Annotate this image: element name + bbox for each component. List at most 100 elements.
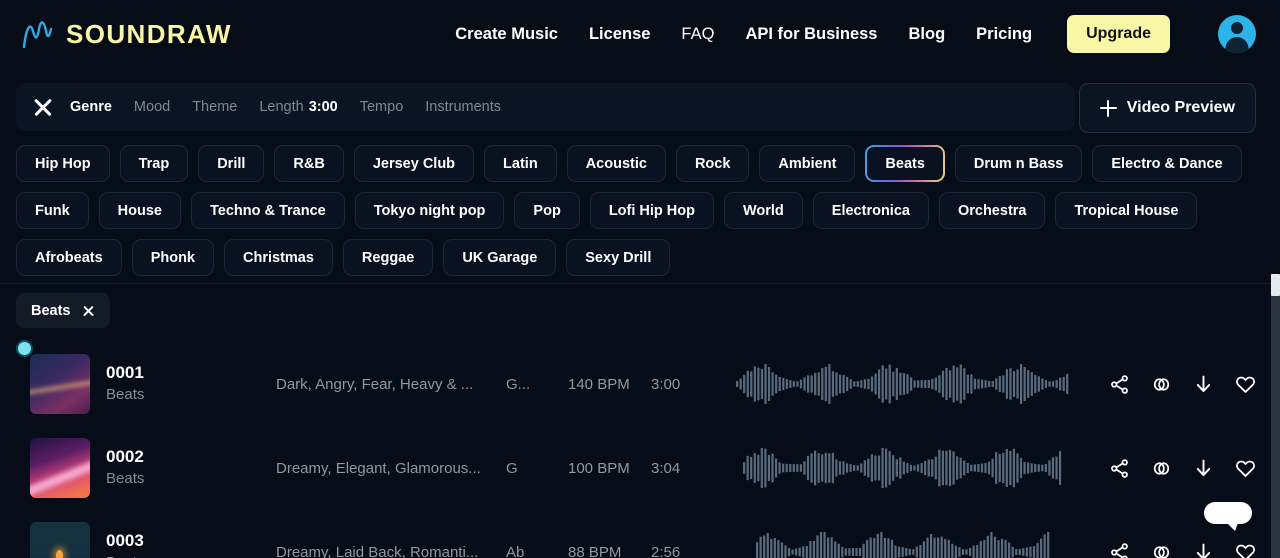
track-thumbnail[interactable]	[30, 522, 90, 558]
track-duration: 3:00	[651, 375, 681, 393]
close-icon[interactable]	[32, 96, 54, 118]
track-key: Ab	[506, 543, 525, 558]
filter-tab-instruments[interactable]: Instruments	[425, 99, 501, 115]
table-row[interactable]: 0003 Beats Dreamy, Laid Back, Romanti...…	[0, 510, 1280, 558]
genre-chip-techno-and-trance[interactable]: Techno & Trance	[190, 192, 345, 229]
nav-faq[interactable]: FAQ	[681, 25, 714, 44]
filter-bar: Genre Mood Theme Length 3:00 Tempo Instru…	[16, 83, 1075, 131]
filter-tab-length[interactable]: Length 3:00	[259, 99, 337, 115]
user-avatar-icon[interactable]	[1218, 15, 1256, 53]
favorite-heart-icon[interactable]	[1235, 542, 1256, 558]
filter-tab-mood[interactable]: Mood	[134, 99, 170, 115]
download-icon[interactable]	[1193, 458, 1214, 479]
genre-chip-rock[interactable]: Rock	[675, 145, 750, 182]
logo-text: SOUNDRAW	[66, 19, 232, 49]
favorite-heart-icon[interactable]	[1235, 374, 1256, 395]
favorite-heart-icon[interactable]	[1235, 458, 1256, 479]
nav-blog[interactable]: Blog	[908, 25, 945, 44]
genre-chip-drum-n-bass[interactable]: Drum n Bass	[954, 145, 1083, 182]
track-genre: Beats	[106, 470, 145, 488]
plus-icon	[1099, 99, 1117, 117]
genre-chip-sexy-drill[interactable]: Sexy Drill	[566, 239, 671, 276]
genre-chip-list: Hip Hop Trap Drill R&B Jersey Club Latin…	[0, 145, 1280, 276]
genre-chip-afrobeats[interactable]: Afrobeats	[16, 239, 122, 276]
scrollbar-thumb[interactable]	[1271, 274, 1280, 296]
similar-tracks-icon[interactable]	[1151, 542, 1172, 558]
table-row[interactable]: 0002 Beats Dreamy, Elegant, Glamorous...…	[0, 426, 1280, 510]
filter-tab-genre-label: Genre	[70, 99, 112, 115]
nav-api-for-business[interactable]: API for Business	[745, 25, 877, 44]
filter-tab-length-label: Length	[259, 99, 304, 115]
genre-chip-trap[interactable]: Trap	[119, 145, 189, 182]
track-bpm: 140 BPM	[568, 375, 630, 393]
track-mood: Dreamy, Laid Back, Romanti...	[276, 543, 479, 558]
genre-chip-pop[interactable]: Pop	[514, 192, 580, 229]
genre-chip-phonk[interactable]: Phonk	[131, 239, 214, 276]
genre-chip-beats[interactable]: Beats	[865, 145, 945, 182]
download-icon[interactable]	[1193, 374, 1214, 395]
genre-chip-tropical-house[interactable]: Tropical House	[1055, 192, 1198, 229]
genre-chip-orchestra[interactable]: Orchestra	[938, 192, 1046, 229]
track-waveform[interactable]	[713, 530, 1095, 558]
waveform-graphic	[743, 448, 1062, 488]
genre-chip-reggae[interactable]: Reggae	[342, 239, 434, 276]
filter-tab-theme[interactable]: Theme	[192, 99, 237, 115]
track-identity: 0002 Beats	[106, 446, 276, 489]
track-thumbnail[interactable]	[30, 438, 90, 498]
track-number: 0002	[106, 447, 144, 467]
table-row[interactable]: 0001 Beats Dark, Angry, Fear, Heavy & ..…	[0, 340, 1280, 426]
track-mood: Dreamy, Elegant, Glamorous...	[276, 459, 481, 477]
nav-pricing[interactable]: Pricing	[976, 25, 1032, 44]
share-icon[interactable]	[1109, 458, 1130, 479]
track-key: G	[506, 459, 518, 477]
row-actions	[1109, 374, 1256, 395]
waveform-graphic	[736, 364, 1069, 404]
genre-chip-electronica[interactable]: Electronica	[812, 192, 929, 229]
genre-chip-lofi-hip-hop[interactable]: Lofi Hip Hop	[589, 192, 714, 229]
genre-chip-ambient[interactable]: Ambient	[759, 145, 856, 182]
genre-chip-drill[interactable]: Drill	[198, 145, 265, 182]
genre-chip-latin[interactable]: Latin	[484, 145, 557, 182]
genre-chip-hip-hop[interactable]: Hip Hop	[16, 145, 110, 182]
genre-chip-electro-and-dance[interactable]: Electro & Dance	[1092, 145, 1242, 182]
nav-create-music[interactable]: Create Music	[455, 25, 558, 44]
genre-chip-house[interactable]: House	[98, 192, 181, 229]
now-playing-indicator-icon	[16, 340, 33, 357]
share-icon[interactable]	[1109, 542, 1130, 558]
share-icon[interactable]	[1109, 374, 1130, 395]
genre-chip-christmas[interactable]: Christmas	[224, 239, 333, 276]
upgrade-button[interactable]: Upgrade	[1067, 15, 1170, 53]
filter-tab-instruments-label: Instruments	[425, 99, 502, 115]
similar-tracks-icon[interactable]	[1151, 458, 1172, 479]
filter-tab-tempo[interactable]: Tempo	[360, 99, 404, 115]
nav-license[interactable]: License	[589, 25, 650, 44]
soundraw-logo[interactable]: SOUNDRAW	[22, 17, 232, 51]
genre-chip-tokyo-night-pop[interactable]: Tokyo night pop	[354, 192, 505, 229]
similar-tracks-icon[interactable]	[1151, 374, 1172, 395]
selected-tag-label: Beats	[31, 302, 71, 319]
main-nav: Create Music License FAQ API for Busines…	[455, 15, 1256, 53]
scrollbar-track[interactable]	[1271, 274, 1280, 558]
track-waveform[interactable]	[713, 446, 1095, 490]
genre-chip-acoustic[interactable]: Acoustic	[566, 145, 666, 182]
genre-chip-funk[interactable]: Funk	[16, 192, 89, 229]
genre-chip-rnb[interactable]: R&B	[274, 145, 344, 182]
filter-tab-genre[interactable]: Genre	[70, 99, 112, 115]
track-thumbnail[interactable]	[30, 354, 90, 414]
track-genre: Beats	[106, 553, 276, 558]
track-waveform[interactable]	[713, 362, 1095, 406]
selected-tag-beats[interactable]: Beats	[16, 293, 110, 328]
genre-chip-world[interactable]: World	[723, 192, 803, 229]
genre-chip-uk-garage[interactable]: UK Garage	[443, 239, 557, 276]
track-number: 0003	[106, 531, 144, 551]
favorite-tooltip	[1204, 502, 1252, 531]
track-key: G...	[506, 375, 531, 393]
row-actions	[1109, 458, 1256, 479]
track-identity: 0003 Beats	[106, 530, 276, 558]
selected-tag-list: Beats	[0, 293, 1280, 328]
download-icon[interactable]	[1193, 542, 1214, 558]
genre-chip-jersey-club[interactable]: Jersey Club	[353, 145, 475, 182]
close-icon[interactable]	[82, 304, 95, 317]
row-actions	[1109, 542, 1256, 558]
video-preview-button[interactable]: Video Preview	[1078, 83, 1256, 133]
